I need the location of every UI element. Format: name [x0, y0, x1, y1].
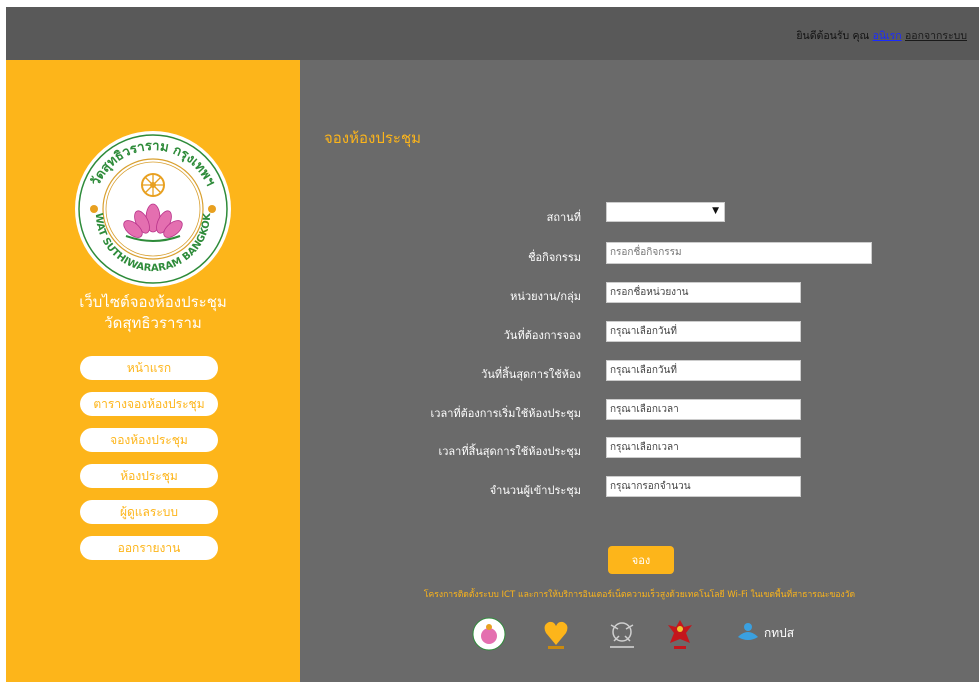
unit-name-input[interactable] — [606, 282, 801, 303]
logout-link[interactable]: ออกจากระบบ — [905, 30, 967, 42]
sidebar: วัดสุทธิวราราม กรุงเทพฯ WAT SUTHIWARARAM… — [6, 60, 300, 682]
booking-date-label: วันที่ต้องการจอง — [503, 329, 581, 342]
project-footer-note: โครงการติดตั้งระบบ ICT และการให้บริการอิ… — [423, 590, 856, 600]
nav-home-button[interactable]: หน้าแรก — [80, 356, 218, 380]
booking-date-input[interactable] — [606, 321, 801, 342]
end-date-label: วันที่สิ้นสุดการใช้ห้อง — [481, 368, 581, 381]
book-submit-button[interactable]: จอง — [608, 546, 674, 574]
bird-emblem-logo — [610, 622, 634, 648]
greeting-text: ยินดีต้อนรับ คุณ — [796, 30, 870, 42]
place-label: สถานที่ — [546, 211, 581, 224]
nav-report-button[interactable]: ออกรายงาน — [80, 536, 218, 560]
partner-logos: กทปส — [460, 617, 880, 657]
page-frame: ยินดีต้อนรับ คุณ อนิเรก ออกจากระบบ วัดสุ… — [6, 7, 979, 682]
main-content: จองห้องประชุม สถานที่ ▼ ชื่อกิจกรรม หน่ว… — [300, 60, 979, 682]
btfp-logo-text: กทปส — [764, 626, 795, 640]
attendees-label: จำนวนผู้เข้าประชุม — [489, 484, 581, 497]
attendees-input[interactable] — [606, 476, 801, 497]
nav-admin-button[interactable]: ผู้ดูแลระบบ — [80, 500, 218, 524]
btfp-logo: กทปส — [738, 623, 795, 640]
start-time-label: เวลาที่ต้องการเริ่มใช้ห้องประชุม — [430, 407, 581, 420]
activity-label: ชื่อกิจกรรม — [528, 251, 581, 264]
page-title: จองห้องประชุม — [324, 129, 422, 147]
end-time-label: เวลาที่สิ้นสุดการใช้ห้องประชุม — [438, 445, 581, 458]
welcome-message: ยินดีต้อนรับ คุณ อนิเรก ออกจากระบบ — [796, 27, 967, 44]
temple-seal-logo: วัดสุทธิวราราม กรุงเทพฯ WAT SUTHIWARARAM… — [75, 131, 231, 287]
dropdown-arrow-icon: ▼ — [712, 206, 719, 216]
user-name-link[interactable]: อนิเรก — [873, 30, 902, 42]
site-title-line2: วัดสุทธิวราราม — [104, 314, 202, 332]
place-select[interactable]: ▼ — [606, 202, 725, 222]
nav-book-room-button[interactable]: จองห้องประชุม — [80, 428, 218, 452]
activity-name-input[interactable] — [606, 242, 872, 264]
heart-emblem-logo — [544, 621, 568, 649]
end-time-input[interactable] — [606, 437, 801, 458]
unit-label: หน่วยงาน/กลุ่ม — [510, 290, 581, 303]
top-bar: ยินดีต้อนรับ คุณ อนิเรก ออกจากระบบ — [6, 7, 979, 60]
end-date-input[interactable] — [606, 360, 801, 381]
start-time-input[interactable] — [606, 399, 801, 420]
nav-rooms-button[interactable]: ห้องประชุม — [80, 464, 218, 488]
nav-booking-schedule-button[interactable]: ตารางจองห้องประชุม — [80, 392, 218, 416]
garuda-emblem-logo — [668, 620, 692, 649]
temple-seal-small-logo — [472, 617, 506, 651]
